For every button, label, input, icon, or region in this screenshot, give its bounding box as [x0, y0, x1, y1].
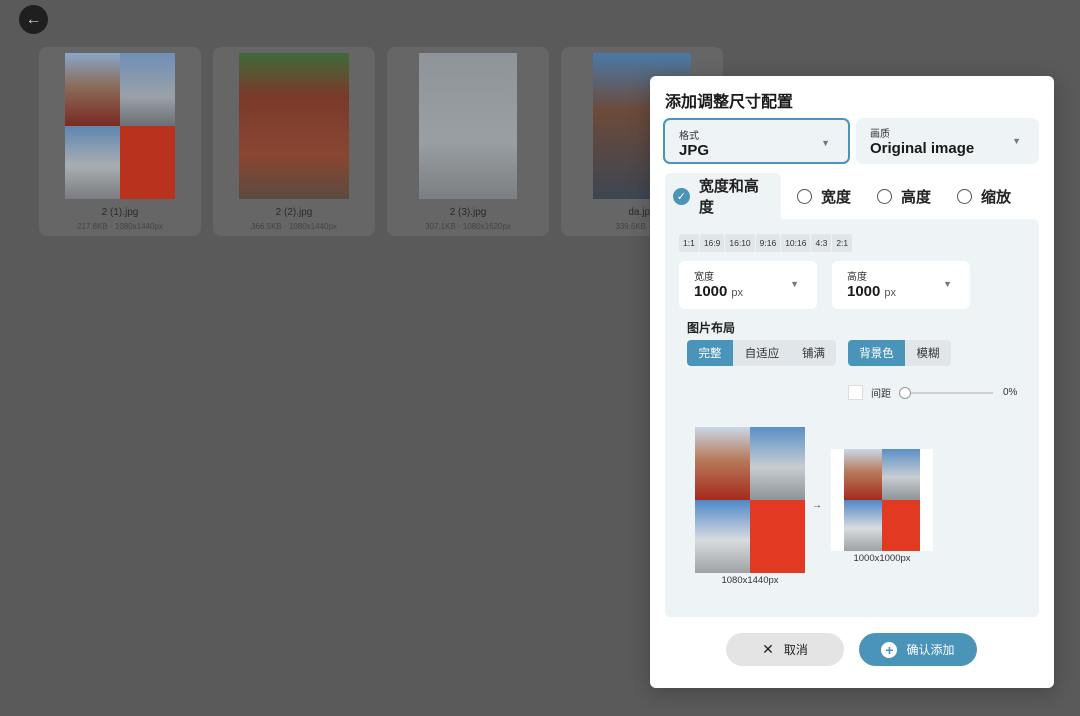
height-value: 1000 — [847, 283, 881, 300]
target-preview-image — [831, 449, 933, 551]
ratio-4-3[interactable]: 4:3 — [811, 234, 832, 252]
height-input[interactable]: 高度 1000 px ▼ — [832, 261, 970, 309]
file-name: 2 (3).jpg — [449, 207, 487, 218]
ratio-2-1[interactable]: 2:1 — [832, 234, 853, 252]
width-value: 1000 — [694, 283, 728, 300]
format-select[interactable]: 格式 JPG ▼ — [663, 118, 850, 164]
caret-down-icon: ▼ — [943, 279, 952, 289]
file-meta: 366.5KB · 1080x1440px — [251, 222, 337, 231]
quality-value: Original image — [870, 140, 975, 157]
format-value: JPG — [679, 142, 710, 159]
quality-label: 画质 — [870, 129, 890, 140]
width-label: 宽度 — [694, 272, 714, 283]
plus-circle-icon: + — [881, 641, 898, 658]
spacing-checkbox[interactable] — [848, 385, 863, 400]
width-input[interactable]: 宽度 1000 px ▼ — [679, 261, 817, 309]
spacing-control: 间距 0% — [848, 385, 1017, 400]
file-name: 2 (1).jpg — [101, 207, 139, 218]
thumbnail — [239, 53, 349, 199]
layout-section-title: 图片布局 — [687, 321, 736, 335]
tab-label: 宽度和高度 — [698, 178, 759, 216]
ratio-16-9[interactable]: 16:9 — [699, 234, 725, 252]
cancel-label: 取消 — [783, 643, 808, 657]
format-label: 格式 — [679, 131, 699, 142]
tab-label: 高度 — [901, 188, 932, 206]
blur-button[interactable]: 模糊 — [905, 340, 951, 366]
layout-adaptive-button[interactable]: 自适应 — [733, 340, 791, 366]
arrow-left-icon: ← — [25, 10, 42, 28]
layout-complete-button[interactable]: 完整 — [687, 340, 733, 366]
spacing-value: 0% — [1003, 387, 1018, 398]
source-size-caption: 1080x1440px — [721, 575, 779, 586]
radio-icon — [957, 188, 972, 204]
caret-down-icon: ▼ — [821, 138, 830, 148]
confirm-add-button[interactable]: + 确认添加 — [859, 633, 977, 666]
resize-mode-tabs: ✓ 宽度和高度 宽度 高度 缩放 — [665, 173, 1039, 219]
ratio-16-10[interactable]: 16:10 — [725, 234, 755, 252]
dialog-title: 添加调整尺寸配置 — [665, 94, 794, 111]
file-meta: 307.1KB · 1080x1620px — [425, 222, 511, 231]
ratio-10-16[interactable]: 10:16 — [781, 234, 811, 252]
width-unit: px — [731, 287, 743, 299]
height-unit: px — [884, 287, 896, 299]
resize-settings-panel: 1:1 16:9 16:10 9:16 10:16 4:3 2:1 宽度 100… — [665, 219, 1039, 617]
ratio-9-16[interactable]: 9:16 — [755, 234, 781, 252]
tab-width-and-height[interactable]: ✓ 宽度和高度 — [665, 173, 781, 219]
height-value-row: 1000 px — [847, 283, 896, 300]
layout-mode-toggle: 完整 自适应 铺满 — [687, 340, 836, 366]
source-preview-image — [695, 427, 805, 573]
radio-icon — [877, 188, 892, 204]
resize-config-dialog: 添加调整尺寸配置 格式 JPG ▼ 画质 Original image ▼ ✓ … — [650, 76, 1054, 688]
slider-track — [899, 391, 993, 394]
radio-icon — [797, 188, 812, 204]
file-meta: 217.8KB · 1080x1440px — [77, 222, 163, 231]
spacing-slider[interactable] — [899, 386, 993, 399]
thumbnail — [65, 53, 175, 199]
background-color-button[interactable]: 背景色 — [848, 340, 905, 366]
quality-select[interactable]: 画质 Original image ▼ — [856, 118, 1039, 164]
spacing-label: 间距 — [871, 389, 891, 400]
tab-width[interactable]: 宽度 — [797, 173, 851, 219]
height-label: 高度 — [847, 272, 867, 283]
arrow-right-icon: → — [812, 500, 822, 511]
gallery-card[interactable]: 2 (3).jpg 307.1KB · 1080x1620px — [387, 47, 549, 236]
caret-down-icon: ▼ — [790, 279, 799, 289]
close-icon: ✕ — [762, 641, 774, 657]
layout-fill-button[interactable]: 铺满 — [791, 340, 836, 366]
tab-label: 宽度 — [821, 188, 852, 206]
confirm-label: 确认添加 — [906, 643, 955, 657]
back-button[interactable]: ← — [19, 5, 48, 34]
fill-mode-toggle: 背景色 模糊 — [848, 340, 951, 366]
tab-height[interactable]: 高度 — [877, 173, 931, 219]
target-size-caption: 1000x1000px — [853, 553, 911, 564]
tab-scale[interactable]: 缩放 — [957, 173, 1011, 219]
thumbnail — [419, 53, 517, 199]
caret-down-icon: ▼ — [1012, 136, 1021, 146]
check-circle-icon: ✓ — [673, 187, 690, 205]
width-value-row: 1000 px — [694, 283, 743, 300]
cancel-button[interactable]: ✕ 取消 — [726, 633, 844, 666]
gallery-card[interactable]: 2 (1).jpg 217.8KB · 1080x1440px — [39, 47, 201, 236]
slider-knob[interactable] — [899, 386, 911, 399]
file-name: 2 (2).jpg — [275, 207, 313, 218]
ratio-1-1[interactable]: 1:1 — [679, 234, 699, 252]
aspect-ratio-presets: 1:1 16:9 16:10 9:16 10:16 4:3 2:1 — [679, 234, 853, 252]
tab-label: 缩放 — [981, 188, 1012, 206]
gallery-card[interactable]: 2 (2).jpg 366.5KB · 1080x1440px — [213, 47, 375, 236]
